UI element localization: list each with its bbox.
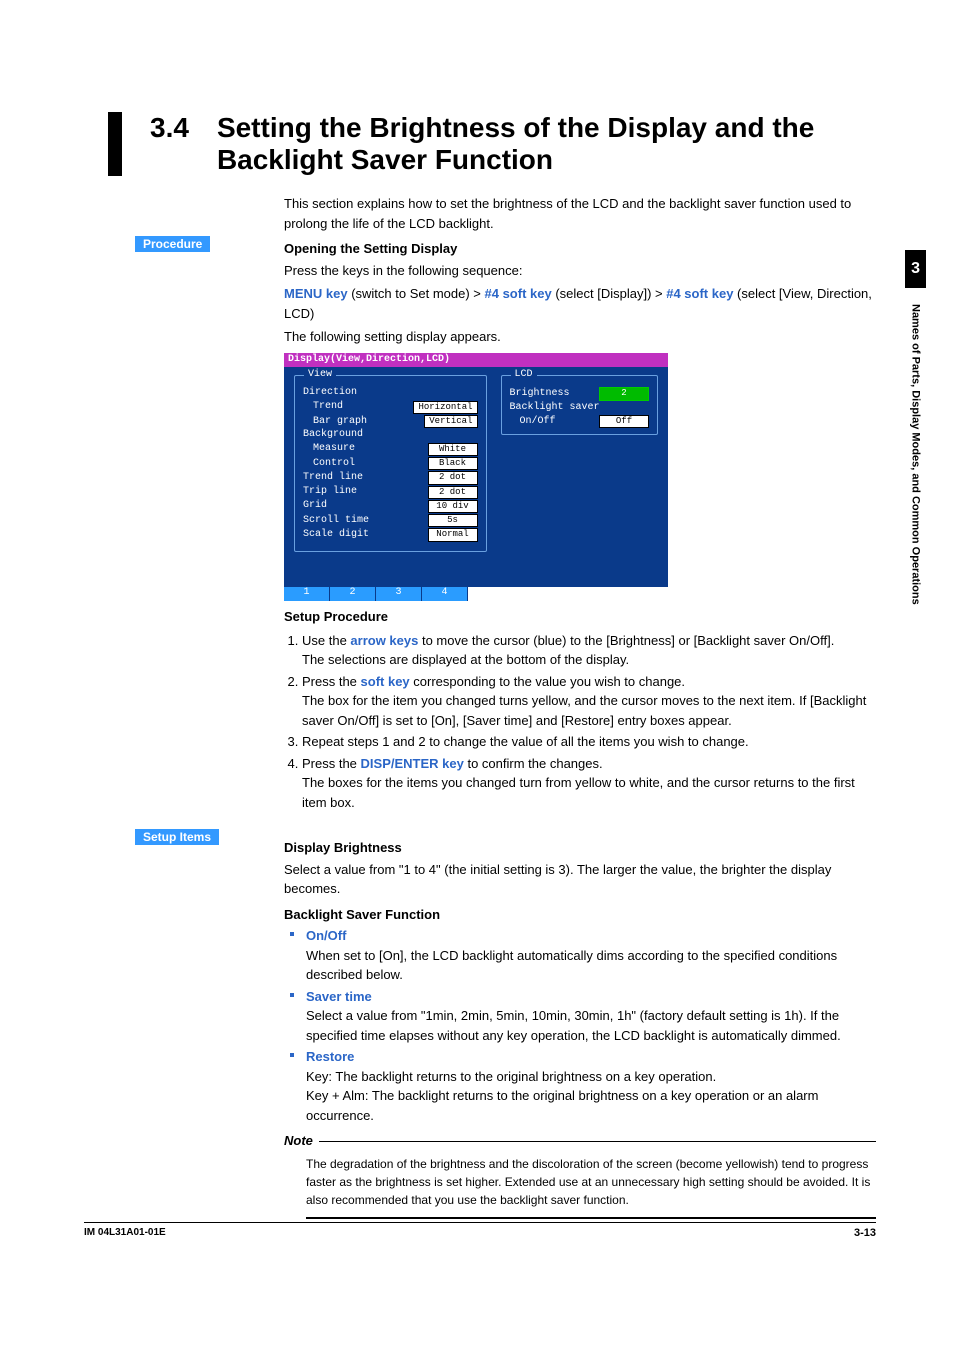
key-sequence: MENU key (switch to Set mode) > #4 soft … (284, 284, 876, 323)
note-heading: Note (284, 1131, 313, 1151)
softkey-4[interactable]: 4 (422, 587, 468, 601)
softkey4-label-2: #4 soft key (666, 286, 733, 301)
arrow-keys-label: arrow keys (350, 633, 418, 648)
opening-line1: Press the keys in the following sequence… (284, 261, 876, 281)
opening-heading: Opening the Setting Display (284, 239, 876, 259)
note-rule-icon (319, 1141, 876, 1142)
display-brightness-body: Select a value from "1 to 4" (the initia… (284, 860, 876, 899)
view-panel: Direction TrendHorizontal Bar graphVerti… (294, 375, 487, 551)
backlight-onoff-value: Off (599, 415, 649, 428)
doc-id: IM 04L31A01-01E (84, 1227, 166, 1239)
disp-enter-key-label: DISP/ENTER key (361, 756, 464, 771)
step-2: Press the soft key corresponding to the … (302, 672, 876, 731)
chapter-label: Names of Parts, Display Modes, and Commo… (910, 296, 922, 613)
step-4: Press the DISP/ENTER key to confirm the … (302, 754, 876, 813)
note-heading-row: Note (284, 1131, 876, 1151)
bullet-onoff: On/Off When set to [On], the LCD backlig… (284, 926, 876, 985)
title-bar-icon (108, 112, 122, 176)
lcd-panel-title: LCD (511, 369, 537, 382)
bullet-icon (290, 993, 294, 997)
soft-key-label: soft key (361, 674, 410, 689)
bullet-restore: Restore Key: The backlight returns to th… (284, 1047, 876, 1125)
softkey-bar: 1 2 3 4 (284, 587, 668, 601)
softkey4-label-1: #4 soft key (485, 286, 552, 301)
bullet-icon (290, 1053, 294, 1057)
procedure-badge: Procedure (135, 236, 210, 252)
menu-key-label: MENU key (284, 286, 348, 301)
step-1: Use the arrow keys to move the cursor (b… (302, 631, 876, 670)
softkey-3[interactable]: 3 (376, 587, 422, 601)
step-3: Repeat steps 1 and 2 to change the value… (302, 732, 876, 752)
intro-text: This section explains how to set the bri… (284, 194, 876, 233)
bullet-icon (290, 932, 294, 936)
setup-items-badge: Setup Items (135, 829, 219, 845)
chapter-tab: 3 Names of Parts, Display Modes, and Com… (905, 250, 926, 613)
backlight-bullets: On/Off When set to [On], the LCD backlig… (284, 926, 876, 1125)
setup-steps: Use the arrow keys to move the cursor (b… (302, 631, 876, 813)
note-body: The degradation of the brightness and th… (306, 1155, 876, 1219)
section-header: 3.4 Setting the Brightness of the Displa… (108, 112, 876, 176)
setup-procedure-heading: Setup Procedure (284, 607, 876, 627)
screenshot-titlebar: Display(View,Direction,LCD) (284, 353, 668, 368)
softkey-1[interactable]: 1 (284, 587, 330, 601)
lcd-panel: Brightness2 Backlight saver On/OffOff (501, 375, 659, 435)
view-panel-title: View (304, 369, 336, 382)
page-number: 3-13 (854, 1227, 876, 1239)
backlight-saver-heading: Backlight Saver Function (284, 905, 876, 925)
opening-line3: The following setting display appears. (284, 327, 876, 347)
page-footer: IM 04L31A01-01E 3-13 (84, 1222, 876, 1239)
section-number: 3.4 (150, 112, 189, 144)
section-title: Setting the Brightness of the Display an… (217, 112, 876, 176)
softkey-2[interactable]: 2 (330, 587, 376, 601)
device-screenshot: Display(View,Direction,LCD) View Directi… (284, 353, 668, 602)
brightness-value: 2 (599, 387, 649, 400)
display-brightness-heading: Display Brightness (284, 838, 876, 858)
bullet-saver-time: Saver time Select a value from "1min, 2m… (284, 987, 876, 1046)
chapter-number: 3 (905, 250, 926, 288)
